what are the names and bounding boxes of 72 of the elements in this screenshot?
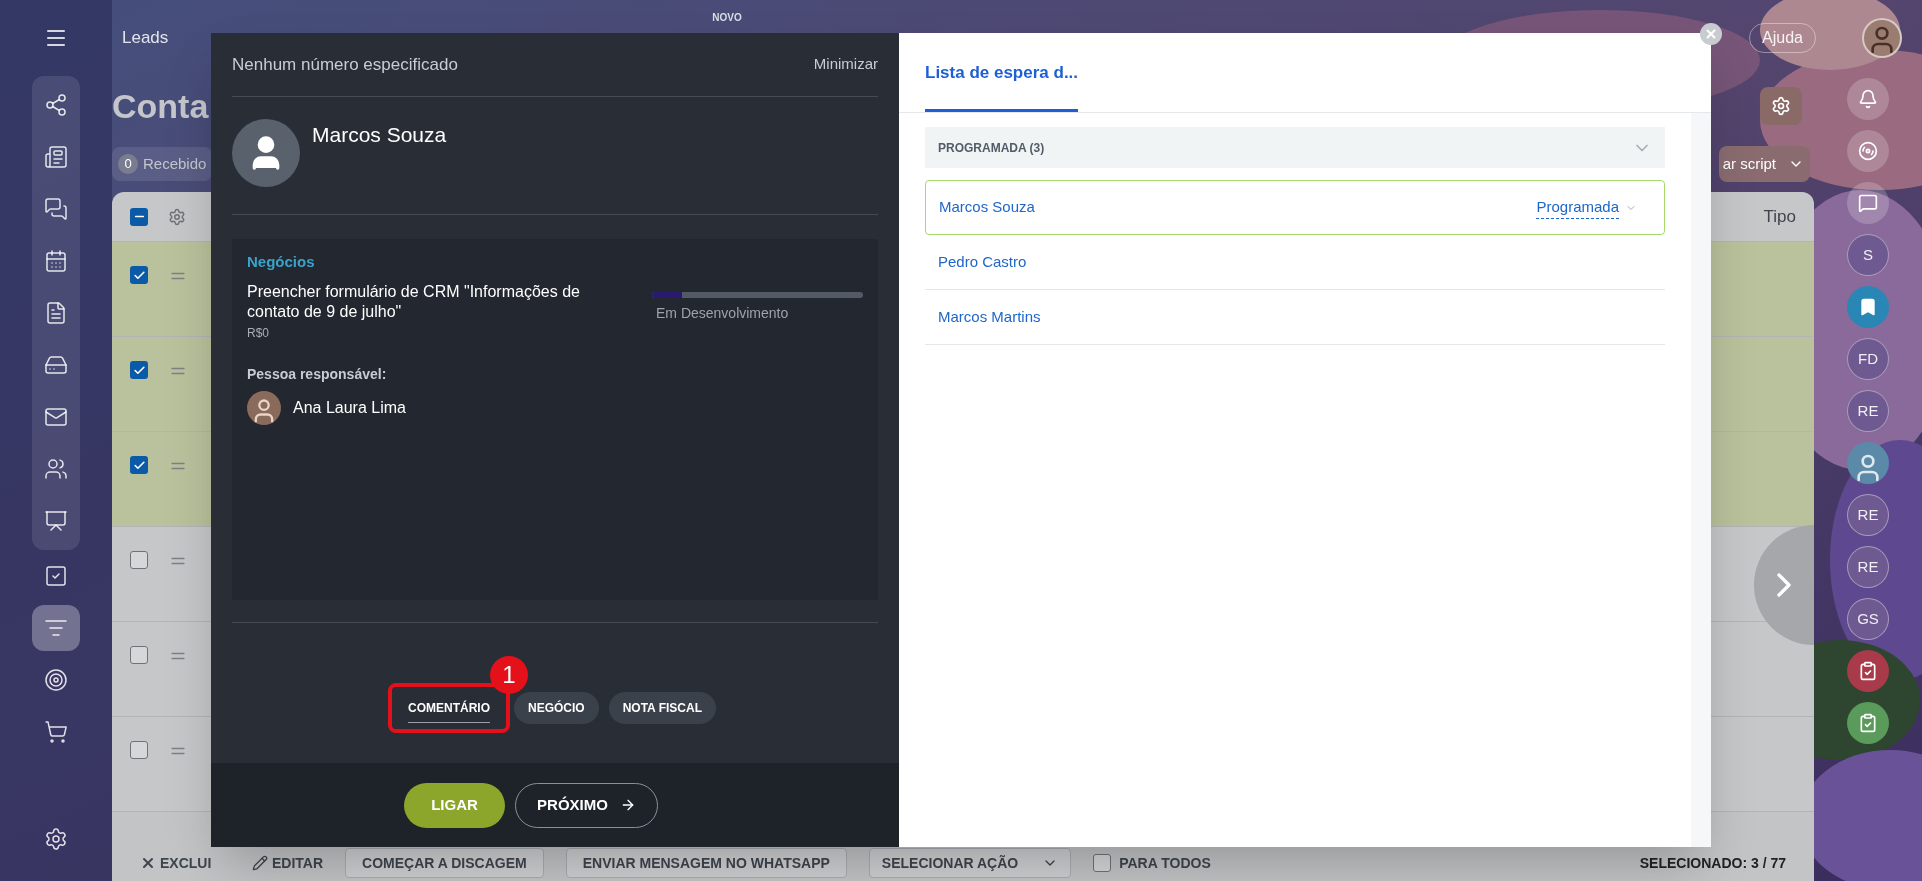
status-select[interactable]: Programada: [1536, 195, 1619, 220]
annotation-badge: 1: [490, 656, 528, 694]
cart-icon: [44, 720, 68, 744]
checkbox[interactable]: [130, 456, 148, 474]
mail-icon: [44, 405, 68, 429]
chat-icon: [1858, 193, 1878, 213]
nav-button[interactable]: [32, 605, 80, 651]
action-select[interactable]: SELECIONAR AÇÃO: [868, 848, 1072, 878]
nav-link[interactable]: Leads: [122, 25, 169, 51]
contact-name: Marcos Souza: [312, 122, 447, 148]
target-button[interactable]: [1847, 130, 1889, 172]
tab[interactable]: NOTA FISCAL: [608, 692, 716, 724]
delete-button[interactable]: EXCLUI: [140, 848, 230, 878]
tab[interactable]: NEGÓCIO: [514, 692, 599, 724]
section-title: Negócios: [247, 252, 316, 272]
column-header[interactable]: Tipo: [1763, 203, 1796, 230]
queue-row[interactable]: Marcos Souza Programada: [925, 180, 1665, 235]
counter-label: Recebido: [143, 153, 207, 174]
bookmark-icon: [1858, 297, 1878, 317]
stage-label: Em Desenvolvimento: [656, 303, 790, 323]
group-header[interactable]: PROGRAMADA (3): [925, 127, 1665, 168]
settings-button[interactable]: [1760, 87, 1802, 125]
newspaper-icon: [44, 145, 68, 169]
check-icon: [132, 268, 146, 282]
close-icon: [140, 855, 156, 871]
tab[interactable]: COMENTÁRIO: [394, 692, 504, 724]
phone-status: Nenhum número especificado: [232, 53, 458, 76]
clipboard-icon: [1858, 713, 1878, 733]
check-icon: [132, 458, 146, 472]
clipboard-icon: [1858, 661, 1878, 681]
page-title: Conta: [112, 85, 209, 127]
checkbox-icon: [44, 564, 68, 588]
responsible-name: Ana Laura Lima: [293, 397, 406, 418]
gear-icon: [1771, 96, 1791, 116]
received-counter[interactable]: 0 Recebido: [112, 147, 213, 181]
document-icon: [44, 301, 68, 325]
tab[interactable]: Lista de espera d...: [925, 32, 1079, 112]
action-button[interactable]: COMEÇAR A DISCAGEM: [345, 848, 544, 878]
drive-icon: [44, 353, 68, 377]
presentation-icon: [44, 509, 68, 533]
queue-row[interactable]: Marcos Martins: [925, 290, 1665, 345]
checkbox[interactable]: [130, 551, 148, 569]
action-button[interactable]: ENVIAR MENSAGEM NO WHATSAPP: [565, 848, 847, 878]
checkbox[interactable]: [130, 266, 148, 284]
chat-icon: [44, 197, 68, 221]
disc-icon: [1858, 141, 1878, 161]
checkbox[interactable]: [1093, 854, 1112, 872]
new-label: NOVO: [712, 10, 742, 25]
people-icon: [44, 457, 68, 481]
checkbox-label[interactable]: PARA TODOS: [1119, 852, 1211, 874]
edit-button[interactable]: EDITAR: [252, 848, 324, 878]
close-icon: [1704, 27, 1718, 41]
deal-amount: R$0: [247, 324, 270, 342]
checkbox[interactable]: [130, 646, 148, 664]
minimize-button[interactable]: Minimizar: [813, 53, 878, 76]
check-icon: [132, 363, 146, 377]
settings-icon[interactable]: [44, 827, 68, 851]
deal-title: Preencher formulário de CRM "Informações de contato de 9 de julho": [247, 281, 581, 322]
queue-row[interactable]: Pedro Castro: [925, 235, 1665, 290]
checkbox[interactable]: [130, 361, 148, 379]
target-icon: [44, 668, 68, 692]
scroll-track[interactable]: [1691, 113, 1711, 847]
select-all-checkbox[interactable]: [130, 207, 148, 226]
chat-button[interactable]: [1847, 182, 1889, 224]
share-icon: [44, 93, 68, 117]
responsible-label: Pessoa responsável:: [247, 364, 388, 384]
bell-icon: [1858, 89, 1878, 109]
selection-count: SELECIONADO: 3 / 77: [1639, 853, 1786, 873]
checkbox[interactable]: [130, 741, 148, 759]
notifications-button[interactable]: [1847, 78, 1889, 120]
pencil-icon: [252, 855, 268, 871]
calendar-icon: [44, 249, 68, 273]
